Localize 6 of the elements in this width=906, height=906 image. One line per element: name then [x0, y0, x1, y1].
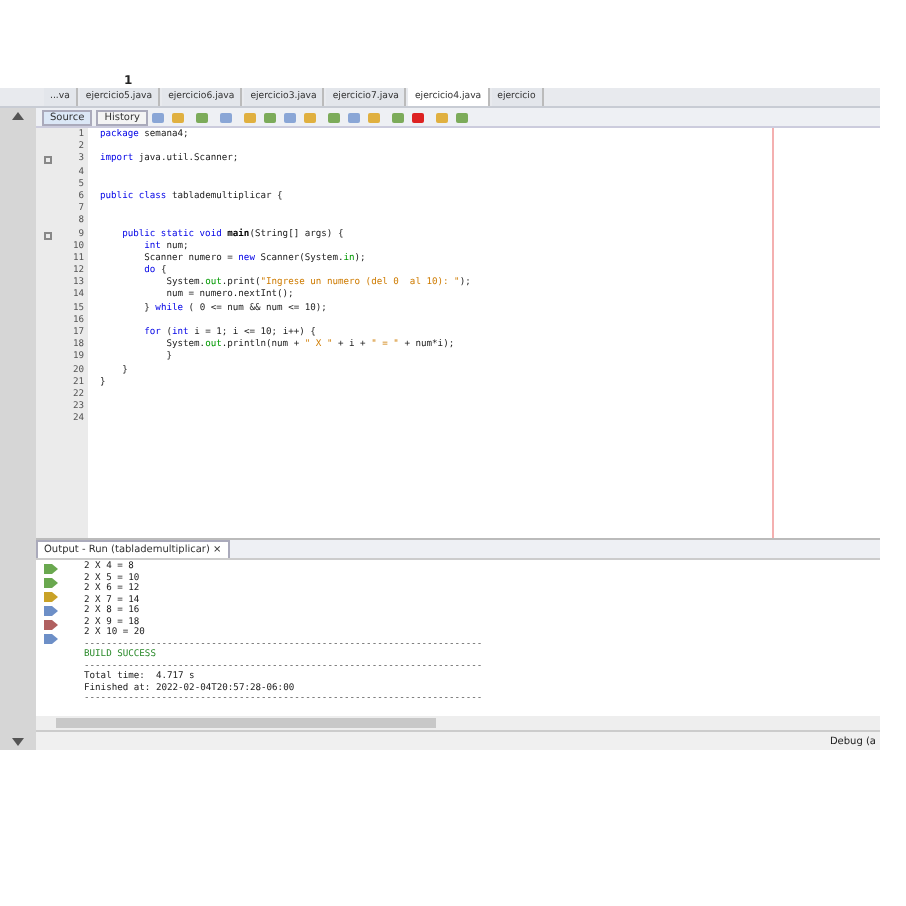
scroll-down-icon[interactable] — [12, 738, 24, 746]
scroll-up-icon[interactable] — [12, 112, 24, 120]
scrollbar-thumb[interactable] — [56, 718, 436, 728]
fold-icon[interactable] — [44, 156, 52, 165]
fold-icon[interactable] — [44, 231, 52, 240]
toolbar-icons-drawing[interactable] — [151, 111, 472, 123]
